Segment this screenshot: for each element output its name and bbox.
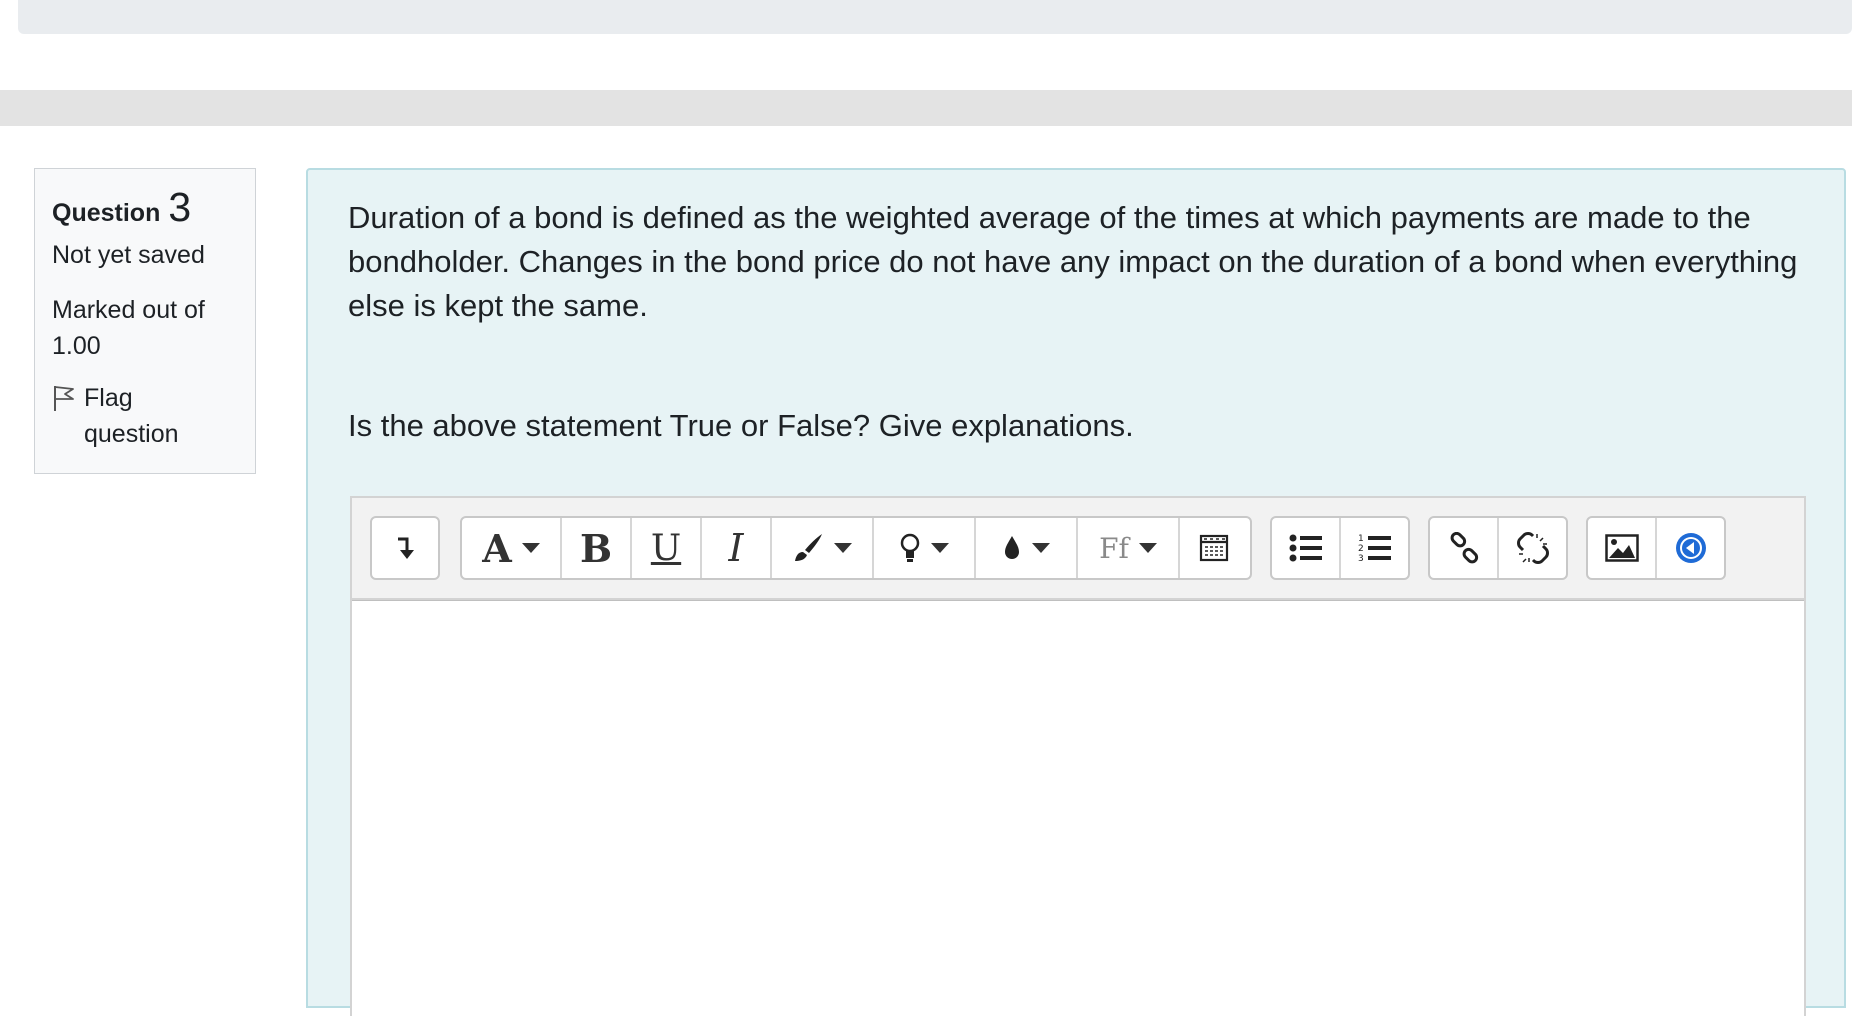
chevron-down-icon	[931, 543, 949, 553]
grade-line-2: 1.00	[52, 332, 101, 360]
question-text: Duration of a bond is defined as the wei…	[348, 200, 1798, 323]
question-label: Question	[52, 199, 161, 227]
font-style-button[interactable]: A	[462, 518, 562, 578]
question-grade: Marked out of 1.00	[52, 292, 239, 364]
bold-button[interactable]: B	[562, 518, 632, 578]
font-family-icon: Ff	[1099, 531, 1129, 565]
chevron-down-icon	[1032, 543, 1050, 553]
breadcrumb-bar	[18, 0, 1852, 34]
unlink-button[interactable]	[1499, 518, 1566, 578]
question-prompt: Is the above statement True or False? Gi…	[348, 408, 1134, 443]
link-icon	[1450, 532, 1478, 564]
page-header-band	[0, 90, 1852, 126]
toolbar-toggle-button[interactable]	[372, 518, 438, 578]
question-info-panel: Question 3 Not yet saved Marked out of 1…	[34, 168, 256, 474]
font-style-icon: A	[482, 525, 512, 571]
brush-icon	[795, 534, 822, 561]
image-icon	[1604, 534, 1639, 562]
toolbar-group-media	[1586, 516, 1726, 580]
question-content: Duration of a bond is defined as the wei…	[306, 168, 1846, 1019]
lightbulb-icon	[900, 533, 920, 562]
svg-text:1: 1	[1358, 534, 1364, 544]
color-drop-button[interactable]	[976, 518, 1078, 578]
media-icon	[1675, 533, 1706, 563]
toolbar-group-style: A B U I Ff	[460, 516, 1252, 580]
question-number: 3	[168, 184, 192, 230]
unlink-icon	[1516, 532, 1549, 564]
toolbar-group-links	[1428, 516, 1568, 580]
lightbulb-button[interactable]	[874, 518, 976, 578]
italic-button[interactable]: I	[702, 518, 772, 578]
image-button[interactable]	[1588, 518, 1657, 578]
flag-question-label: Flag question	[84, 384, 179, 448]
answer-text-area[interactable]	[352, 600, 1804, 1019]
link-button[interactable]	[1430, 518, 1499, 578]
media-button[interactable]	[1657, 518, 1724, 578]
table-icon	[1199, 534, 1229, 562]
editor-toolbar: A B U I Ff 1 2 3	[352, 498, 1804, 600]
flag-question-button[interactable]: Flag question	[52, 380, 239, 452]
answer-editor: A B U I Ff 1 2 3	[350, 496, 1806, 1019]
font-family-button[interactable]: Ff	[1078, 518, 1180, 578]
numbered-list-icon: 1 2 3	[1358, 534, 1391, 564]
toolbar-group-toggle	[370, 516, 440, 580]
flag-icon	[54, 386, 74, 411]
chevron-down-icon	[1138, 543, 1157, 553]
grade-line-1: Marked out of	[52, 296, 205, 324]
underline-button[interactable]: U	[632, 518, 702, 578]
question-state: Not yet saved	[52, 241, 205, 269]
table-button[interactable]	[1180, 518, 1248, 578]
svg-text:3: 3	[1358, 554, 1364, 564]
underline-icon: U	[650, 527, 682, 569]
bullet-list-icon	[1289, 534, 1322, 562]
svg-text:2: 2	[1358, 544, 1364, 554]
color-drop-icon	[1005, 536, 1019, 559]
toolbar-group-lists: 1 2 3	[1270, 516, 1410, 580]
numbered-list-button[interactable]: 1 2 3	[1341, 518, 1408, 578]
chevron-down-icon	[834, 543, 852, 553]
brush-button[interactable]	[772, 518, 874, 578]
question-number-heading: Question 3	[52, 187, 239, 228]
italic-icon: I	[728, 526, 744, 570]
bold-icon: B	[579, 525, 613, 571]
toolbar-toggle-icon	[398, 537, 414, 559]
chevron-down-icon	[521, 543, 540, 553]
bullet-list-button[interactable]	[1272, 518, 1341, 578]
